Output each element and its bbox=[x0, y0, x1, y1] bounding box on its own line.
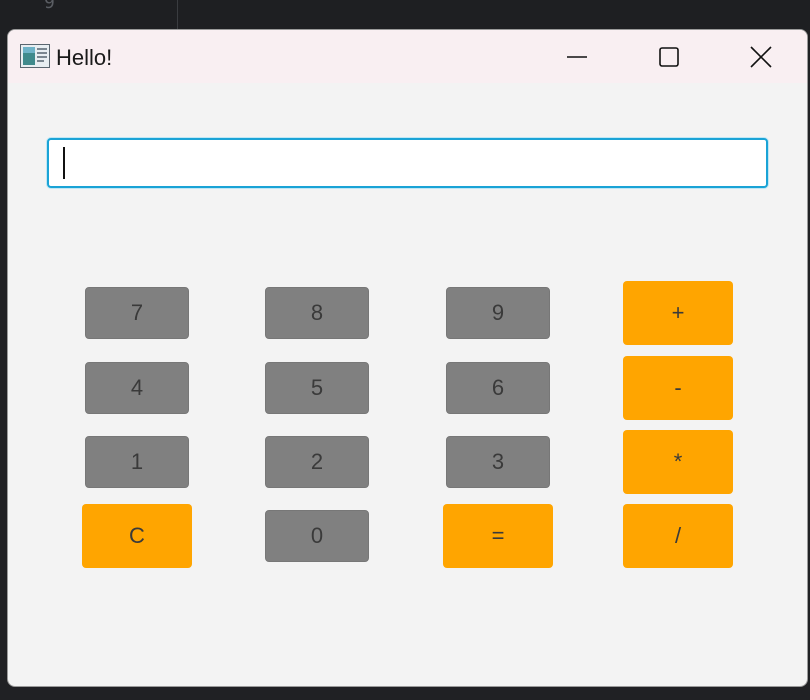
maximize-icon bbox=[659, 46, 679, 67]
app-window: Hello! 7 8 9 + 4 5 6 - 1 2 3 * C 0 = / bbox=[7, 29, 808, 687]
clear-button[interactable]: C bbox=[82, 504, 192, 568]
key-7-button[interactable]: 7 bbox=[85, 287, 189, 339]
multiply-button[interactable]: * bbox=[623, 430, 733, 494]
key-6-button[interactable]: 6 bbox=[446, 362, 550, 414]
app-icon bbox=[20, 44, 50, 68]
background-line-number: 9 bbox=[44, 0, 55, 13]
close-icon bbox=[750, 45, 772, 68]
minimize-button[interactable] bbox=[532, 30, 622, 83]
title-bar[interactable]: Hello! bbox=[8, 30, 807, 83]
key-9-button[interactable]: 9 bbox=[446, 287, 550, 339]
key-2-button[interactable]: 2 bbox=[265, 436, 369, 488]
key-8-button[interactable]: 8 bbox=[265, 287, 369, 339]
text-caret bbox=[63, 147, 65, 179]
key-4-button[interactable]: 4 bbox=[85, 362, 189, 414]
key-1-button[interactable]: 1 bbox=[85, 436, 189, 488]
window-title: Hello! bbox=[56, 45, 113, 70]
calculator-display-input[interactable] bbox=[47, 138, 768, 188]
key-0-button[interactable]: 0 bbox=[265, 510, 369, 562]
maximize-button[interactable] bbox=[624, 30, 714, 83]
minimize-icon bbox=[567, 55, 587, 58]
key-3-button[interactable]: 3 bbox=[446, 436, 550, 488]
background-editor: 9 bbox=[0, 0, 810, 30]
background-gutter-divider bbox=[177, 0, 178, 30]
minus-button[interactable]: - bbox=[623, 356, 733, 420]
close-button[interactable] bbox=[716, 30, 806, 83]
plus-button[interactable]: + bbox=[623, 281, 733, 345]
equals-button[interactable]: = bbox=[443, 504, 553, 568]
divide-button[interactable]: / bbox=[623, 504, 733, 568]
key-5-button[interactable]: 5 bbox=[265, 362, 369, 414]
